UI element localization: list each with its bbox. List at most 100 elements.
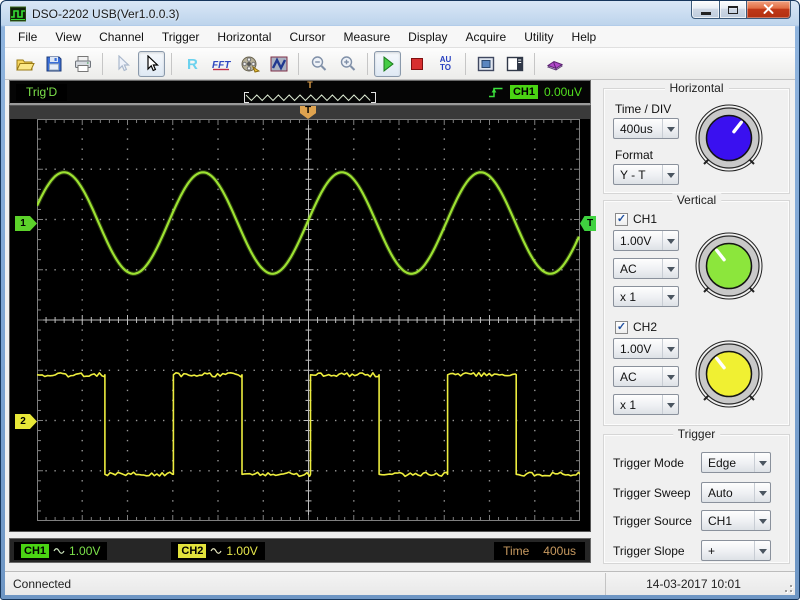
help-book-icon — [546, 60, 563, 71]
scope-status-bar: Trig'D T CH1 0.00uV — [9, 80, 591, 105]
start-button[interactable] — [374, 50, 401, 77]
maximize-button[interactable] — [720, 1, 747, 19]
trigger-source-badge: CH1 — [509, 85, 538, 99]
print-icon — [74, 55, 91, 72]
ch2-checkbox[interactable]: ✓ — [615, 320, 628, 334]
stop-button[interactable] — [403, 51, 430, 77]
toolbar-separator — [102, 52, 103, 75]
datetime-status: 14-03-2017 10:01 — [605, 572, 781, 595]
print-button[interactable] — [69, 51, 96, 77]
play-icon — [383, 55, 394, 72]
menu-item-help[interactable]: Help — [563, 27, 606, 47]
connection-status: Connected — [13, 576, 72, 591]
zoom-in-button[interactable] — [334, 51, 361, 77]
trigger-source-select[interactable]: CH1 — [701, 510, 771, 531]
ch1-checkbox[interactable]: ✓ — [615, 212, 628, 226]
zoom-out-icon — [311, 55, 326, 71]
preview-waveform — [244, 92, 376, 103]
chevron-down-icon — [662, 165, 678, 184]
status-bar: Connected 14-03-2017 10:01 — [5, 571, 795, 595]
ch1-checkbox-label: CH1 — [633, 212, 658, 226]
ch1-scale-value: 1.00V — [69, 543, 101, 558]
menu-item-utility[interactable]: Utility — [515, 27, 562, 47]
zoom-in-icon — [340, 55, 355, 71]
help-button[interactable] — [541, 51, 568, 77]
ch1-position-knob[interactable] — [693, 230, 765, 302]
minimize-button[interactable] — [691, 1, 720, 19]
trigger-sweep-select[interactable]: Auto — [701, 482, 771, 503]
ch1-probe-select[interactable]: x 1 — [613, 286, 679, 307]
chevron-down-icon — [754, 483, 770, 502]
auto-icon: AU TO — [439, 54, 452, 72]
toolbar-separator — [367, 52, 368, 75]
chevron-down-icon — [754, 453, 770, 472]
menu-item-horizontal[interactable]: Horizontal — [208, 27, 280, 47]
graticule — [37, 119, 580, 521]
toolbar-separator — [298, 52, 299, 75]
ch2-position-marker[interactable]: 2 — [15, 414, 37, 429]
format-label: Format — [615, 148, 654, 162]
menu-item-view[interactable]: View — [46, 27, 90, 47]
menu-item-display[interactable]: Display — [399, 27, 456, 47]
refresh-button[interactable]: R — [178, 51, 205, 77]
horizontal-group-title: Horizontal — [664, 81, 729, 95]
stop-icon — [410, 57, 423, 70]
timebase-readout: Time 400us — [494, 541, 585, 560]
ch2-position-knob[interactable] — [693, 338, 765, 410]
ch2-probe-select[interactable]: x 1 — [613, 394, 679, 415]
toolbar: R FFT AU TO — [5, 48, 795, 80]
menu-item-measure[interactable]: Measure — [334, 27, 399, 47]
cursor-dim-icon — [117, 54, 130, 71]
ch1-coupling-select[interactable]: AC — [613, 258, 679, 279]
app-window: DSO-2202 USB(Ver1.0.0.3) File View Channel… — [0, 0, 800, 600]
menu-item-trigger[interactable]: Trigger — [153, 27, 209, 47]
side-panel-icon — [506, 56, 523, 71]
ac-coupling-icon — [210, 547, 222, 554]
ch2-scale-select[interactable]: 1.00V — [613, 338, 679, 359]
time-div-select[interactable]: 400us — [613, 118, 679, 139]
horizontal-knob[interactable] — [693, 102, 765, 174]
waveform-button[interactable] — [265, 51, 292, 77]
cursor-icon — [146, 54, 159, 71]
time-label: Time — [503, 543, 530, 558]
fullscreen-button[interactable] — [472, 51, 499, 77]
channel-readout-bar: CH1 1.00V CH2 1.00V Time 400us — [9, 538, 591, 563]
preview-trigger-marker: T — [307, 80, 313, 90]
horizontal-position-preview[interactable]: T — [242, 81, 378, 106]
zoom-out-button[interactable] — [305, 51, 332, 77]
trigger-mode-select[interactable]: Edge — [701, 452, 771, 473]
panel-toggle-button[interactable] — [501, 51, 528, 77]
minimize-icon — [700, 11, 711, 15]
menu-item-acquire[interactable]: Acquire — [457, 27, 516, 47]
fft-button[interactable]: FFT — [207, 51, 234, 77]
chevron-down-icon — [662, 287, 678, 306]
trigger-slope-select[interactable]: + — [701, 540, 771, 561]
ch1-position-marker[interactable]: 1 — [15, 216, 37, 231]
menu-item-channel[interactable]: Channel — [90, 27, 153, 47]
chevron-down-icon — [662, 259, 678, 278]
chevron-down-icon — [662, 367, 678, 386]
time-value: 400us — [543, 543, 576, 558]
refresh-r-icon: R — [187, 56, 198, 73]
format-select[interactable]: Y - T — [613, 164, 679, 185]
save-button[interactable] — [40, 51, 67, 77]
autoset-button[interactable]: AU TO — [432, 51, 459, 77]
ch1-scale-select[interactable]: 1.00V — [613, 230, 679, 251]
scope-display[interactable]: T 1 2 T — [9, 105, 596, 532]
close-button[interactable] — [747, 1, 791, 19]
chevron-down-icon — [662, 339, 678, 358]
record-button[interactable] — [236, 51, 263, 77]
trigger-status-label: Trig'D — [16, 84, 68, 101]
menu-item-cursor[interactable]: Cursor — [280, 27, 334, 47]
resize-grip[interactable] — [781, 573, 795, 595]
ch2-enable-row: ✓ CH2 — [615, 320, 657, 334]
trigger-sweep-label: Trigger Sweep — [613, 486, 691, 500]
cursor-select-button[interactable] — [138, 50, 165, 77]
ch2-coupling-select[interactable]: AC — [613, 366, 679, 387]
window-title: DSO-2202 USB(Ver1.0.0.3) — [32, 6, 180, 21]
titlebar[interactable]: DSO-2202 USB(Ver1.0.0.3) — [1, 1, 799, 26]
cursor-tool-button[interactable] — [109, 51, 136, 77]
open-file-button[interactable] — [11, 51, 38, 77]
ch1-enable-row: ✓ CH1 — [615, 212, 657, 226]
menu-item-file[interactable]: File — [9, 27, 46, 47]
